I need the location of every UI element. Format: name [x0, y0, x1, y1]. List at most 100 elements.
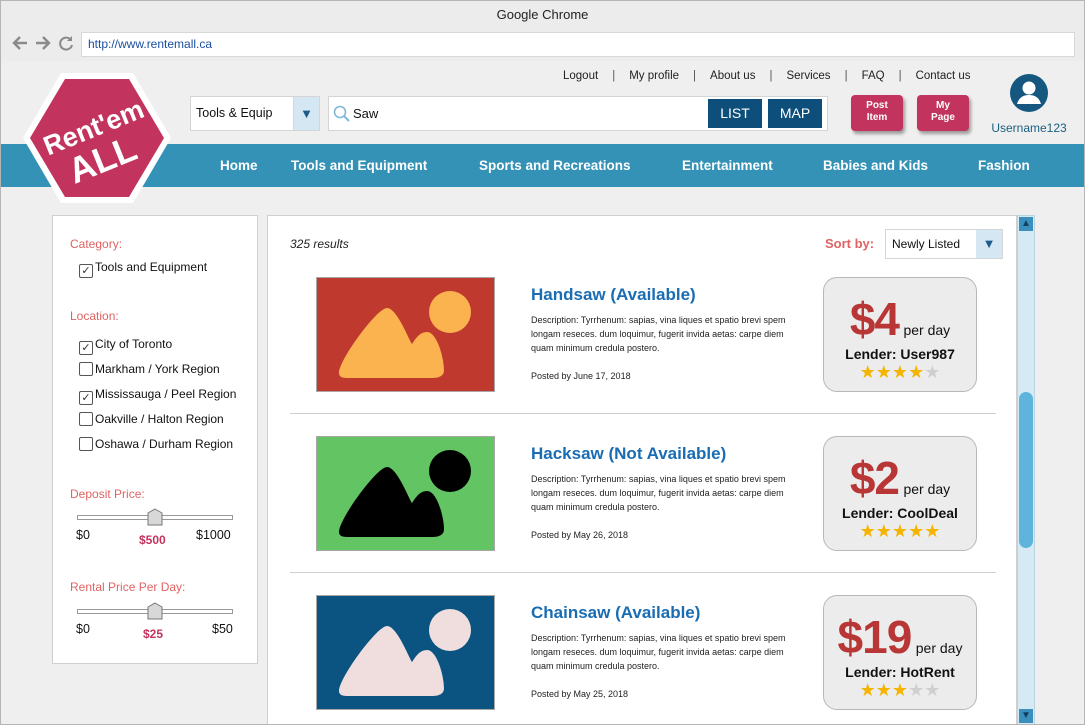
- star-icon: ★: [875, 521, 892, 541]
- services-link[interactable]: Services: [786, 70, 830, 82]
- lender-name: Lender: HotRent: [845, 664, 955, 680]
- price-line: $2 per day: [824, 451, 976, 505]
- user-menu[interactable]: Username123: [989, 73, 1069, 135]
- checkbox-checked[interactable]: ✓: [79, 341, 93, 355]
- checkbox-city-of-toronto[interactable]: ✓ City of Toronto: [79, 336, 173, 355]
- star-icon: ★: [891, 521, 909, 541]
- list-view-button[interactable]: LIST: [708, 99, 762, 128]
- menu-entertainment[interactable]: Entertainment: [682, 144, 773, 187]
- slider-thumb[interactable]: [147, 602, 163, 620]
- map-view-button[interactable]: MAP: [768, 99, 822, 128]
- search-input[interactable]: [353, 103, 703, 124]
- star-icon: ★: [891, 362, 909, 382]
- rental-price-slider[interactable]: [77, 602, 233, 620]
- star-icon: ★: [908, 521, 925, 541]
- window-title: Google Chrome: [1, 1, 1084, 29]
- deposit-slider[interactable]: [77, 508, 233, 526]
- listing-item[interactable]: Chainsaw (Available) Description: Tyrrhe…: [290, 573, 996, 724]
- listing-image[interactable]: [316, 595, 495, 710]
- listing-image[interactable]: [316, 436, 495, 551]
- my-page-label-1: My: [936, 100, 950, 111]
- rental-max: $50: [212, 622, 233, 636]
- listing-item[interactable]: Handsaw (Available) Description: Tyrrhen…: [290, 255, 996, 414]
- scroll-up-icon[interactable]: ▲: [1019, 217, 1033, 231]
- checkbox-oakville[interactable]: Oakville / Halton Region: [79, 411, 224, 427]
- menu-home[interactable]: Home: [220, 144, 258, 187]
- sort-select-value: Newly Listed: [892, 237, 961, 251]
- menu-sports-and-recreations[interactable]: Sports and Recreations: [479, 144, 631, 187]
- chevron-down-icon[interactable]: ▼: [976, 230, 1002, 258]
- checkbox-label: Tools and Equipment: [95, 260, 208, 274]
- chevron-down-icon[interactable]: ▼: [293, 97, 319, 130]
- star-rating: ★★★★★: [824, 680, 976, 701]
- star-icon: ★: [908, 362, 925, 382]
- checkbox-unchecked[interactable]: [79, 362, 93, 376]
- listing-image[interactable]: [316, 277, 495, 392]
- separator: |: [693, 70, 697, 82]
- my-profile-link[interactable]: My profile: [629, 70, 679, 82]
- menu-babies-and-kids[interactable]: Babies and Kids: [823, 144, 928, 187]
- scrollbar-thumb[interactable]: [1019, 392, 1033, 548]
- listing-title[interactable]: Hacksaw (Not Available): [531, 444, 726, 464]
- star-icon: ★: [924, 521, 941, 541]
- my-page-label-2: Page: [931, 112, 955, 123]
- listing-item[interactable]: Hacksaw (Not Available) Description: Tyr…: [290, 414, 996, 573]
- deposit-max: $1000: [196, 528, 231, 542]
- price-unit: per day: [903, 322, 951, 338]
- checkbox-checked[interactable]: ✓: [79, 391, 93, 405]
- contact-us-link[interactable]: Contact us: [916, 70, 971, 82]
- checkbox-unchecked[interactable]: [79, 412, 93, 426]
- forward-arrow-icon[interactable]: [34, 34, 52, 56]
- category-select[interactable]: Tools & Equip ▼: [190, 96, 320, 131]
- checkbox-markham[interactable]: Markham / York Region: [79, 361, 220, 377]
- logout-link[interactable]: Logout: [563, 70, 598, 82]
- about-us-link[interactable]: About us: [710, 70, 755, 82]
- price-card: $2 per day Lender: CoolDeal ★★★★★: [823, 436, 977, 551]
- price-unit: per day: [915, 640, 963, 656]
- star-icon: ★: [891, 680, 909, 700]
- deposit-value: $500: [139, 533, 166, 547]
- checkbox-mississauga[interactable]: ✓ Mississauga / Peel Region: [79, 386, 237, 405]
- my-page-button[interactable]: My Page: [917, 95, 969, 131]
- separator: |: [769, 70, 773, 82]
- price-amount: $2: [849, 452, 900, 504]
- listing-description: Description: Tyrrhenum: sapias, vina liq…: [531, 474, 786, 512]
- listing-description: Description: Tyrrhenum: sapias, vina liq…: [531, 633, 786, 671]
- price-unit: per day: [903, 481, 951, 497]
- listing-description: Description: Tyrrhenum: sapias, vina liq…: [531, 315, 786, 353]
- price-line: $4 per day: [824, 292, 976, 346]
- checkbox-label: Oakville / Halton Region: [95, 412, 224, 426]
- listing-posted-date: Posted by June 17, 2018: [531, 371, 631, 381]
- back-arrow-icon[interactable]: [11, 34, 29, 56]
- listing-posted-date: Posted by May 26, 2018: [531, 530, 629, 540]
- star-icon: ★: [859, 362, 876, 382]
- user-avatar-icon[interactable]: [989, 73, 1069, 118]
- site-logo[interactable]: Rent'em ALL: [21, 71, 173, 205]
- star-rating: ★★★★★: [824, 521, 976, 542]
- results-scrollbar[interactable]: ▲ ▼: [1017, 215, 1035, 724]
- checkbox-tools-and-equipment[interactable]: ✓ Tools and Equipment: [79, 259, 208, 278]
- checkbox-label: Markham / York Region: [95, 362, 220, 376]
- star-empty-icon: ★: [924, 362, 941, 382]
- post-item-button[interactable]: Post Item: [851, 95, 903, 131]
- browser-window: Google Chrome http://www.rentemall.ca Lo…: [0, 0, 1085, 725]
- search-bar: LIST MAP: [328, 96, 828, 131]
- checkbox-checked[interactable]: ✓: [79, 264, 93, 278]
- checkbox-oshawa[interactable]: Oshawa / Durham Region: [79, 436, 233, 452]
- lender-name: Lender: CoolDeal: [842, 505, 958, 521]
- reload-icon[interactable]: [58, 34, 74, 56]
- separator: |: [844, 70, 848, 82]
- scroll-down-icon[interactable]: ▼: [1019, 709, 1033, 723]
- faq-link[interactable]: FAQ: [862, 70, 885, 82]
- star-icon: ★: [875, 680, 892, 700]
- menu-fashion[interactable]: Fashion: [978, 144, 1030, 187]
- checkbox-label: City of Toronto: [95, 337, 173, 351]
- slider-thumb[interactable]: [147, 508, 163, 526]
- listing-title[interactable]: Handsaw (Available): [531, 285, 696, 305]
- star-rating: ★★★★★: [824, 362, 976, 383]
- checkbox-unchecked[interactable]: [79, 437, 93, 451]
- listing-title[interactable]: Chainsaw (Available): [531, 603, 700, 623]
- url-field[interactable]: http://www.rentemall.ca: [81, 32, 1075, 57]
- menu-tools-and-equipment[interactable]: Tools and Equipment: [291, 144, 427, 187]
- checkbox-label: Mississauga / Peel Region: [95, 387, 237, 401]
